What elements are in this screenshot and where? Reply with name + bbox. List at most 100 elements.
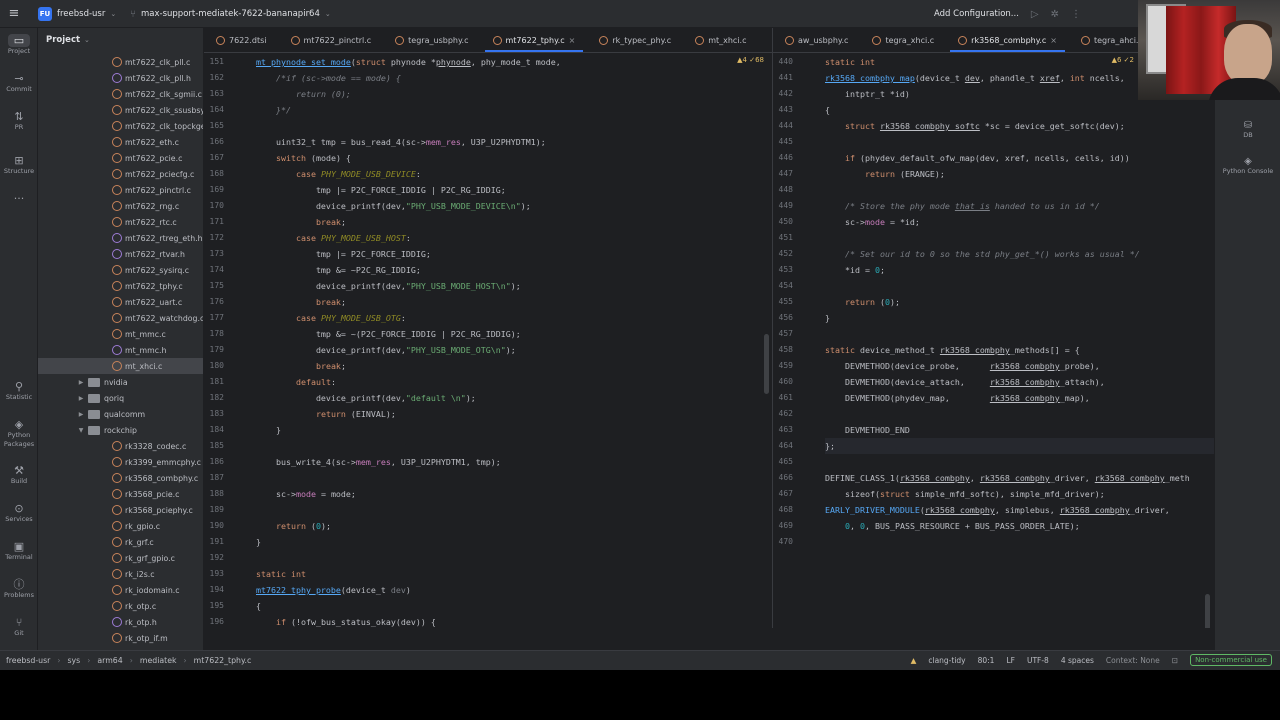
tree-folder[interactable]: ▶ qoriq (38, 390, 203, 406)
code-line[interactable] (825, 326, 1214, 342)
code-area[interactable]: mt_phynode_set_mode(struct phynode *phyn… (256, 54, 756, 628)
code-line[interactable]: if (phydev_default_ofw_map(dev, xref, nc… (825, 150, 1214, 166)
code-line[interactable]: if (!ofw_bus_status_okay(dev)) { (256, 614, 756, 628)
code-line[interactable]: tmp &= ~P2C_RG_IDDIG; (256, 262, 756, 278)
code-line[interactable] (256, 550, 756, 566)
tool-build[interactable]: ⚒ Build (0, 464, 38, 486)
code-line[interactable]: DEVMETHOD(device_attach, rk3568_combphy_… (825, 374, 1214, 390)
indent-setting[interactable]: 4 spaces (1061, 656, 1094, 665)
left-editor-tab[interactable]: mt7622_pinctrl.c (279, 28, 384, 52)
code-line[interactable]: } (825, 310, 1214, 326)
right-editor-tab[interactable]: tegra_ahci.c (1069, 28, 1138, 52)
tree-file[interactable]: mt7622_pcie.c (38, 150, 203, 166)
chevron-right-icon[interactable]: ▶ (76, 411, 86, 418)
code-line[interactable]: 0, 0, BUS_PASS_RESOURCE + BUS_PASS_ORDER… (825, 518, 1214, 534)
tree-file[interactable]: mt7622_rtvar.h (38, 246, 203, 262)
code-line[interactable]: tmp &= ~(P2C_FORCE_IDDIG | P2C_RG_IDDIG)… (256, 326, 756, 342)
tree-file[interactable]: mt7622_clk_pll.c (38, 54, 203, 70)
tree-file[interactable]: mt7622_rtreg_eth.h (38, 230, 203, 246)
code-line[interactable]: *id = 0; (825, 262, 1214, 278)
tree-file[interactable]: rk3328_codec.c (38, 438, 203, 454)
right-editor-tab[interactable]: rk3568_combphy.c × (946, 28, 1069, 52)
context-indicator[interactable]: Context: None (1106, 656, 1160, 665)
code-line[interactable] (825, 134, 1214, 150)
tree-file[interactable]: mt7622_watchdog.c (38, 310, 203, 326)
debug-icon[interactable]: ✲ (1051, 9, 1059, 20)
project-panel-header[interactable]: Project ⌄ (38, 28, 203, 52)
tree-file[interactable]: mt_mmc.h (38, 342, 203, 358)
left-editor-tab[interactable]: mt7622_tphy.c × (481, 28, 588, 52)
tool-git[interactable]: ⑂ Git (0, 616, 38, 638)
tree-file[interactable]: rk_i2s.c (38, 566, 203, 582)
tree-file[interactable]: rk3568_pciephy.c (38, 502, 203, 518)
tree-file[interactable]: mt7622_sysirq.c (38, 262, 203, 278)
tree-file[interactable]: mt_mmc.c (38, 326, 203, 342)
right-editor[interactable]: 440 441 442 443 444 445 446 447 448 449 450 451 452 4… (773, 54, 1214, 628)
left-editor-tab[interactable]: rk_typec_phy.c (587, 28, 683, 52)
left-editor[interactable]: 151 162 163 164 165 166 167 168 169 170 171 172 173 1… (204, 54, 772, 628)
tree-file[interactable]: mt_xhci.c (38, 358, 203, 374)
tree-file[interactable]: rk_grf.c (38, 534, 203, 550)
chevron-down-icon[interactable]: ▼ (76, 427, 86, 434)
code-line[interactable]: switch (mode) { (256, 150, 756, 166)
lock-icon[interactable]: ⊡ (1172, 656, 1178, 665)
tool-services[interactable]: ⊙ Services (0, 502, 38, 524)
tree-file[interactable]: rk_otp.h (38, 614, 203, 630)
tree-folder[interactable]: ▶ nvidia (38, 374, 203, 390)
code-line[interactable]: sizeof(struct simple_mfd_softc), simple_… (825, 486, 1214, 502)
code-line[interactable]: sc->mode = *id; (825, 214, 1214, 230)
code-line[interactable]: } (256, 534, 756, 550)
code-line[interactable]: /*if (sc->mode == mode) { (256, 70, 756, 86)
run-icon[interactable]: ▷ (1031, 9, 1039, 20)
code-line[interactable] (825, 182, 1214, 198)
code-line[interactable]: case PHY_MODE_USB_OTG: (256, 310, 756, 326)
breadcrumb-item[interactable]: mt7622_tphy.c (194, 656, 252, 665)
inspection-widget[interactable]: ▲4 ✓68 (737, 56, 764, 64)
run-configuration-selector[interactable]: Add Configuration... (934, 9, 1019, 19)
code-line[interactable] (256, 502, 756, 518)
tree-file[interactable]: mt7622_rng.c (38, 198, 203, 214)
tree-file[interactable]: mt7622_clk_pll.h (38, 70, 203, 86)
tool-statistic[interactable]: ⚲ Statistic (0, 380, 38, 402)
left-editor-tab[interactable]: 7622.dtsi (204, 28, 279, 52)
code-line[interactable]: struct rk3568_combphy_softc *sc = device… (825, 118, 1214, 134)
tool-terminal[interactable]: ▣ Terminal (0, 540, 38, 562)
code-line[interactable] (825, 406, 1214, 422)
code-line[interactable]: DEVMETHOD_END (825, 422, 1214, 438)
close-icon[interactable]: × (569, 36, 576, 45)
file-encoding[interactable]: UTF-8 (1027, 656, 1049, 665)
tool-database[interactable]: ⛁ DB (1215, 120, 1280, 139)
tree-file[interactable]: mt7622_pciecfg.c (38, 166, 203, 182)
code-line[interactable]: static int (256, 566, 756, 582)
code-line[interactable] (825, 454, 1214, 470)
code-line[interactable]: { (256, 598, 756, 614)
code-line[interactable]: mt7622_tphy_probe(device_t dev) (256, 582, 756, 598)
code-line[interactable]: break; (256, 358, 756, 374)
tree-file[interactable]: mt7622_eth.c (38, 134, 203, 150)
code-line[interactable]: return (ERANGE); (825, 166, 1214, 182)
code-line[interactable]: device_printf(dev,"PHY_USB_MODE_DEVICE\n… (256, 198, 756, 214)
more-actions-icon[interactable]: ⋮ (1071, 9, 1081, 20)
code-line[interactable]: } (256, 422, 756, 438)
linter-status[interactable]: clang-tidy (928, 656, 965, 665)
code-line[interactable]: case PHY_MODE_USB_DEVICE: (256, 166, 756, 182)
code-line[interactable]: DEFINE_CLASS_1(rk3568_combphy, rk3568_co… (825, 470, 1214, 486)
breadcrumb-item[interactable]: mediatek (140, 656, 177, 665)
code-line[interactable]: case PHY_MODE_USB_HOST: (256, 230, 756, 246)
tool-project[interactable]: ▭ Project (0, 34, 38, 56)
tree-file[interactable]: mt7622_tphy.c (38, 278, 203, 294)
tree-file[interactable]: mt7622_pinctrl.c (38, 182, 203, 198)
tree-file[interactable]: mt7622_clk_sgmii.c (38, 86, 203, 102)
caret-position[interactable]: 80:1 (978, 656, 995, 665)
tree-file[interactable]: rk_gpio.c (38, 518, 203, 534)
left-editor-tab[interactable]: mt_xhci.c (683, 28, 758, 52)
right-editor-tab[interactable]: tegra_xhci.c (860, 28, 946, 52)
code-line[interactable]: EARLY_DRIVER_MODULE(rk3568_combphy, simp… (825, 502, 1214, 518)
tool-python-packages[interactable]: ◈ Python Packages (0, 418, 38, 449)
code-line[interactable] (256, 470, 756, 486)
code-line[interactable]: }; (825, 438, 1214, 454)
tree-file[interactable]: rk_grf_gpio.c (38, 550, 203, 566)
tree-file[interactable]: rk3399_emmcphy.c (38, 454, 203, 470)
left-editor-tab[interactable]: tegra_usbphy.c (383, 28, 480, 52)
project-selector[interactable]: FU freebsd-usr ⌄ (38, 5, 116, 23)
